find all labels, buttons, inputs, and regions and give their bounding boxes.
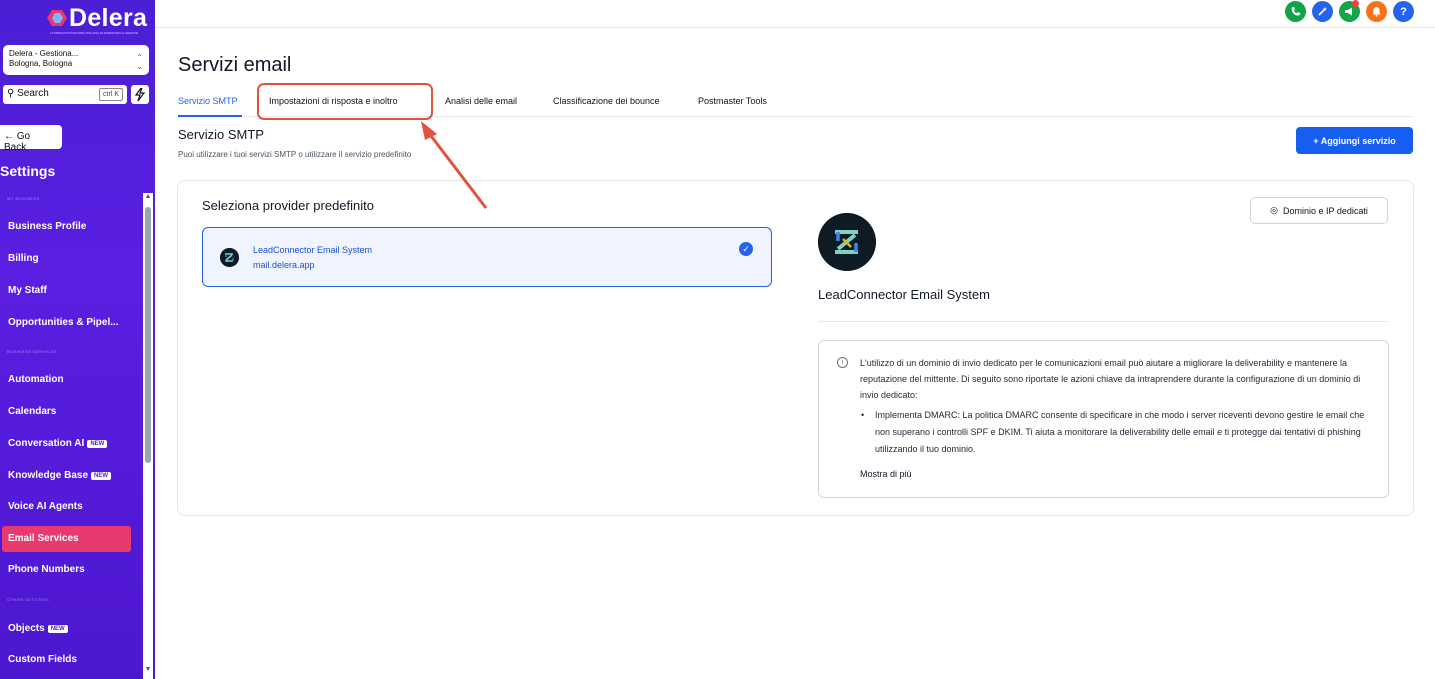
section-subtitle: Puoi utilizzare i tuoi servizi SMTP o ut… (178, 150, 412, 159)
sidebar-item-label: Knowledge Base (8, 470, 89, 481)
sidebar-scrollbar-thumb[interactable] (145, 207, 151, 463)
info-icon: i (837, 357, 848, 368)
new-badge: NEW (91, 472, 112, 480)
tab-classificazione-bounce[interactable]: Classificazione dei bounce (553, 96, 660, 106)
sidebar-item-label: Phone Numbers (8, 564, 85, 575)
tab-analisi-email[interactable]: Analisi delle email (445, 96, 517, 106)
account-location: Bologna, Bologna (9, 59, 73, 68)
sidebar-item-conversation-ai[interactable]: Conversation AI NEW (2, 431, 131, 457)
bell-icon[interactable] (1366, 1, 1387, 22)
sidebar-item-label: My Staff (8, 285, 47, 296)
go-back-button[interactable]: ← Go Back (0, 125, 62, 153)
sidebar-item-label: Opportunities & Pipel... (8, 317, 119, 328)
brand-name: Delera (69, 4, 148, 32)
add-service-button[interactable]: + Aggiungi servizio (1296, 127, 1413, 154)
provider-option[interactable] (202, 227, 772, 287)
sidebar-item-label: Email Services (8, 533, 79, 544)
sidebar-item-label: Billing (8, 253, 39, 264)
settings-title: Settings (0, 163, 56, 179)
provider-name: LeadConnector Email System (253, 245, 373, 255)
sidebar-item-phone-numbers[interactable]: Phone Numbers (2, 557, 131, 583)
bolt-icon (135, 88, 145, 101)
check-circle-icon: ✓ (739, 242, 753, 256)
search-shortcut: ctrl K (99, 88, 123, 101)
group-label-my-business: MY BUSINESS (7, 196, 40, 201)
sidebar-item-email-services[interactable]: Email Services (2, 526, 131, 552)
sidebar-item-label: Conversation AI (8, 438, 85, 449)
sidebar-item-label: Calendars (8, 406, 57, 417)
account-name: Delera - Gestiona... (9, 49, 79, 58)
group-label-business-services: BUSINESS SERVICES (7, 349, 57, 354)
provider-detail-name: LeadConnector Email System (818, 287, 990, 302)
section-title: Servizio SMTP (178, 127, 264, 142)
tab-postmaster-tools[interactable]: Postmaster Tools (698, 96, 767, 106)
sidebar: Delera LA PRIMA PIATTAFORMA ITALIANA DI … (0, 0, 155, 679)
sidebar-item-my-staff[interactable]: My Staff (2, 278, 131, 304)
sidebar-item-custom-fields[interactable]: Custom Fields (2, 647, 131, 673)
search-icon: ⚲ (7, 88, 15, 99)
help-icon[interactable]: ? (1393, 1, 1414, 22)
active-tab-indicator (178, 115, 242, 117)
chevron-updown-icon: ⌃ ⌄ (136, 53, 143, 71)
notification-dot (1352, 0, 1359, 7)
account-switcher[interactable]: Delera - Gestiona... Bologna, Bologna ⌃ ⌄ (3, 45, 149, 75)
sidebar-item-voice-ai-agents[interactable]: Voice AI Agents (2, 494, 131, 520)
sidebar-item-label: Voice AI Agents (8, 501, 83, 512)
sidebar-item-billing[interactable]: Billing (2, 246, 131, 272)
megaphone-icon[interactable] (1339, 0, 1360, 22)
leadconnector-large-logo-icon (818, 213, 876, 271)
sidebar-item-opportunities[interactable]: Opportunities & Pipel... (2, 310, 131, 336)
sidebar-item-calendars[interactable]: Calendars (2, 399, 131, 425)
scroll-up-icon[interactable]: ▲ (143, 192, 153, 202)
logo-mark-icon (47, 10, 67, 26)
leadconnector-logo-icon (220, 248, 239, 267)
sidebar-item-business-profile[interactable]: Business Profile (2, 214, 131, 240)
sidebar-item-automation[interactable]: Automation (2, 367, 131, 393)
group-label-other-settings: OTHER SETTINGS (7, 597, 50, 602)
phone-icon[interactable] (1285, 1, 1306, 22)
show-more-link[interactable]: Mostra di più (860, 469, 912, 479)
info-text: L'utilizzo di un dominio di invio dedica… (860, 358, 1361, 400)
divider (818, 321, 1388, 322)
new-badge: NEW (47, 625, 68, 633)
globe-icon: ◎ (1270, 205, 1278, 215)
scroll-down-icon[interactable]: ▼ (143, 665, 153, 675)
page-title: Servizi email (178, 54, 292, 76)
search-label: Search (17, 88, 49, 99)
new-badge: NEW (87, 440, 108, 448)
annotation-highlight-box (257, 83, 433, 120)
provider-heading: Seleziona provider predefinito (202, 198, 374, 213)
brand-logo[interactable]: Delera LA PRIMA PIATTAFORMA ITALIANA DI … (0, 0, 155, 36)
sidebar-item-label: Custom Fields (8, 654, 77, 665)
sidebar-item-label: Automation (8, 374, 64, 385)
dedicated-domain-label: Dominio e IP dedicati (1282, 205, 1368, 216)
sidebar-item-objects[interactable]: Objects NEW (2, 616, 131, 642)
top-bar: ? (155, 0, 1435, 28)
search-input[interactable]: ⚲ Search ctrl K (3, 85, 127, 104)
sidebar-item-label: Business Profile (8, 221, 87, 232)
provider-domain: mail.delera.app (253, 260, 315, 270)
sidebar-item-label: Objects (8, 623, 45, 634)
sidebar-item-knowledge-base[interactable]: Knowledge Base NEW (2, 463, 131, 489)
quick-actions-button[interactable] (131, 85, 149, 104)
dedicated-domain-ip-button[interactable]: ◎ Dominio e IP dedicati (1250, 197, 1388, 224)
tab-servizio-smtp[interactable]: Servizio SMTP (178, 96, 238, 106)
brand-tagline: LA PRIMA PIATTAFORMA ITALIANA DI MARKETI… (50, 31, 139, 35)
magic-icon[interactable] (1312, 1, 1333, 22)
info-bullet-dmarc: Implementa DMARC: La politica DMARC cons… (861, 407, 1375, 458)
